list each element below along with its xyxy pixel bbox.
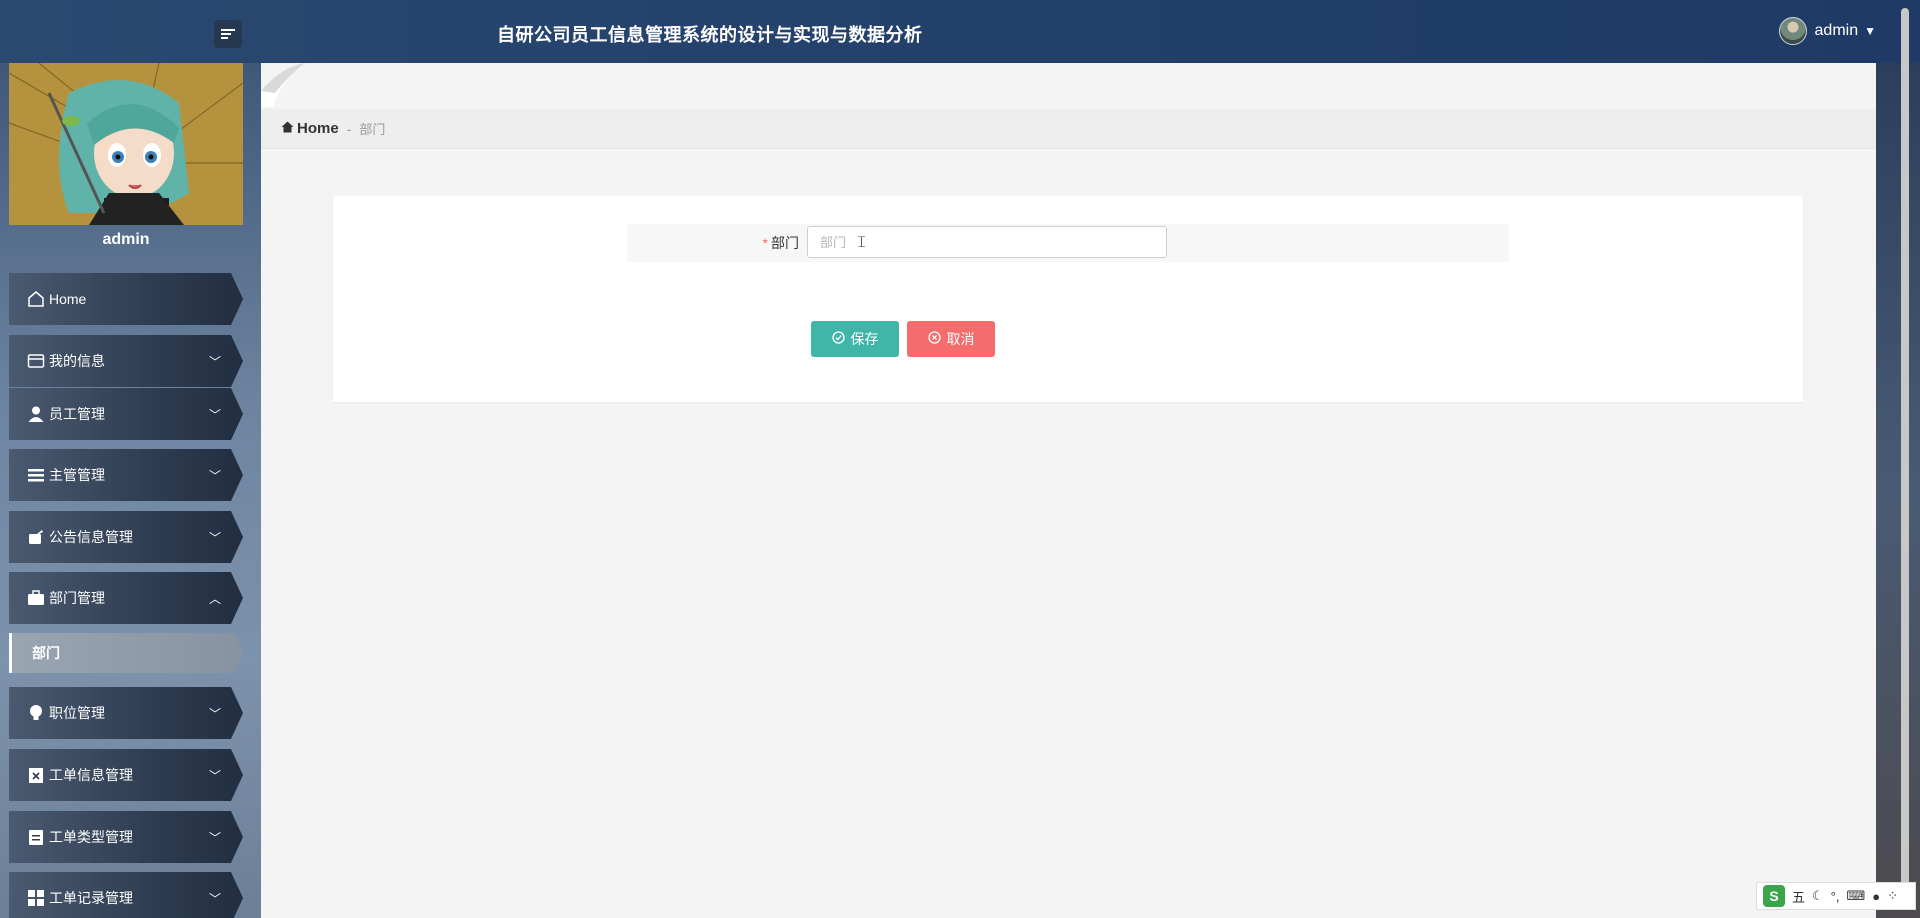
bulb-icon [27,704,45,722]
required-mark: * [762,235,768,251]
menu-toggle-button[interactable] [214,20,242,48]
page-curl-decoration [261,63,305,107]
chevron-down-icon: ﹀ [208,407,221,422]
sidebar-item-home[interactable]: Home [9,273,243,325]
chevron-down-icon: ﹀ [208,706,221,721]
user-icon [27,405,45,423]
sidebar-item-label: 工单记录管理 [49,890,133,906]
sidebar-item-label: 职位管理 [49,705,105,721]
clipboard-icon [27,828,45,846]
sidebar-subitem-department[interactable]: 部门 [9,633,243,673]
main-content: Home - 部门 *部门 保存 取消 [261,63,1876,918]
sidebar-subitem-label: 部门 [32,645,60,661]
breadcrumb-separator: - [346,120,352,137]
sidebar-item-ticket-type[interactable]: 工单类型管理 ﹀ [9,811,243,863]
department-label-text: 部门 [771,235,799,251]
caret-down-icon: ▼ [1864,24,1876,38]
right-edge-background [1876,63,1920,918]
chevron-down-icon: ﹀ [208,468,221,483]
chevron-down-icon: ﹀ [208,891,221,906]
keyboard-icon[interactable]: ⌨ [1846,888,1865,904]
chevron-down-icon: ﹀ [208,530,221,545]
wallet-icon [27,352,45,370]
check-circle-icon [831,331,845,347]
app-title: 自研公司员工信息管理系统的设计与实现与数据分析 [497,25,923,45]
sidebar-item-label: 工单类型管理 [49,829,133,845]
sidebar-avatar [9,63,243,225]
home-icon [27,290,45,308]
ime-logo-icon[interactable]: S [1763,885,1785,907]
cancel-button[interactable]: 取消 [907,321,995,357]
sidebar-item-position[interactable]: 职位管理 ﹀ [9,687,243,739]
chevron-down-icon: ﹀ [208,354,221,369]
breadcrumb-home-link[interactable]: Home [297,120,339,137]
sidebar: admin Home 我的信息 ﹀ 员工管理 ﹀ 主管管理 ﹀ 公告信息管理 ﹀ [0,63,261,918]
sidebar-item-label: 工单信息管理 [49,767,133,783]
briefcase-icon [27,589,45,607]
chevron-down-icon: ﹀ [208,830,221,845]
ime-toolbar: S 五 ☾ °, ⌨ ● ⁘ [1756,882,1916,910]
sidebar-username: admin [102,231,150,248]
sidebar-item-ticket-record[interactable]: 工单记录管理 ﹀ [9,872,243,918]
header-username: admin [1814,22,1859,39]
punctuation-icon[interactable]: °, [1831,889,1840,904]
clipboard-x-icon [27,766,45,784]
megaphone-icon [27,528,45,546]
main-top-bar [261,63,1876,109]
sidebar-item-label: 员工管理 [49,406,105,422]
breadcrumb-current: 部门 [359,122,386,137]
form-row-department: * 部门 [627,224,1509,262]
moon-icon[interactable]: ☾ [1812,888,1824,904]
grid-icon [27,889,45,907]
sidebar-item-department[interactable]: 部门管理 ︿ [9,572,243,624]
scrollbar-thumb[interactable] [1901,8,1909,908]
sidebar-item-ticket-info[interactable]: 工单信息管理 ﹀ [9,749,243,801]
save-button[interactable]: 保存 [811,321,899,357]
sidebar-item-my-info[interactable]: 我的信息 ﹀ [9,335,243,387]
sidebar-item-label: Home [49,291,87,307]
chevron-up-icon: ︿ [208,591,221,606]
sidebar-item-employee[interactable]: 员工管理 ﹀ [9,388,243,440]
cancel-button-label: 取消 [946,331,975,347]
breadcrumb: Home - 部门 [261,109,1876,149]
department-field-label: * 部门 [627,224,799,262]
sidebar-item-label: 我的信息 [49,353,105,369]
sidebar-item-announcement[interactable]: 公告信息管理 ﹀ [9,511,243,563]
grid-icon[interactable]: ⁘ [1887,888,1898,904]
user-icon[interactable]: ● [1872,889,1880,904]
top-header: 自研公司员工信息管理系统的设计与实现与数据分析 admin ▼ [0,0,1920,63]
form-card: *部门 保存 取消 [333,196,1803,402]
save-button-label: 保存 [850,331,879,347]
chevron-down-icon: ﹀ [208,768,221,783]
hamburger-icon [221,27,235,41]
user-menu[interactable]: admin ▼ [1778,17,1876,45]
list-icon [27,466,45,484]
sidebar-item-label: 主管管理 [49,467,105,483]
sidebar-item-label: 公告信息管理 [49,529,133,545]
sidebar-item-label: 部门管理 [49,590,105,606]
department-input[interactable] [807,226,1167,258]
sidebar-item-supervisor[interactable]: 主管管理 ﹀ [9,449,243,501]
close-circle-icon [927,331,941,347]
vertical-scrollbar[interactable] [1899,0,1911,918]
home-icon [281,121,294,136]
user-avatar [1778,17,1807,45]
ime-mode-indicator[interactable]: 五 [1792,887,1805,906]
